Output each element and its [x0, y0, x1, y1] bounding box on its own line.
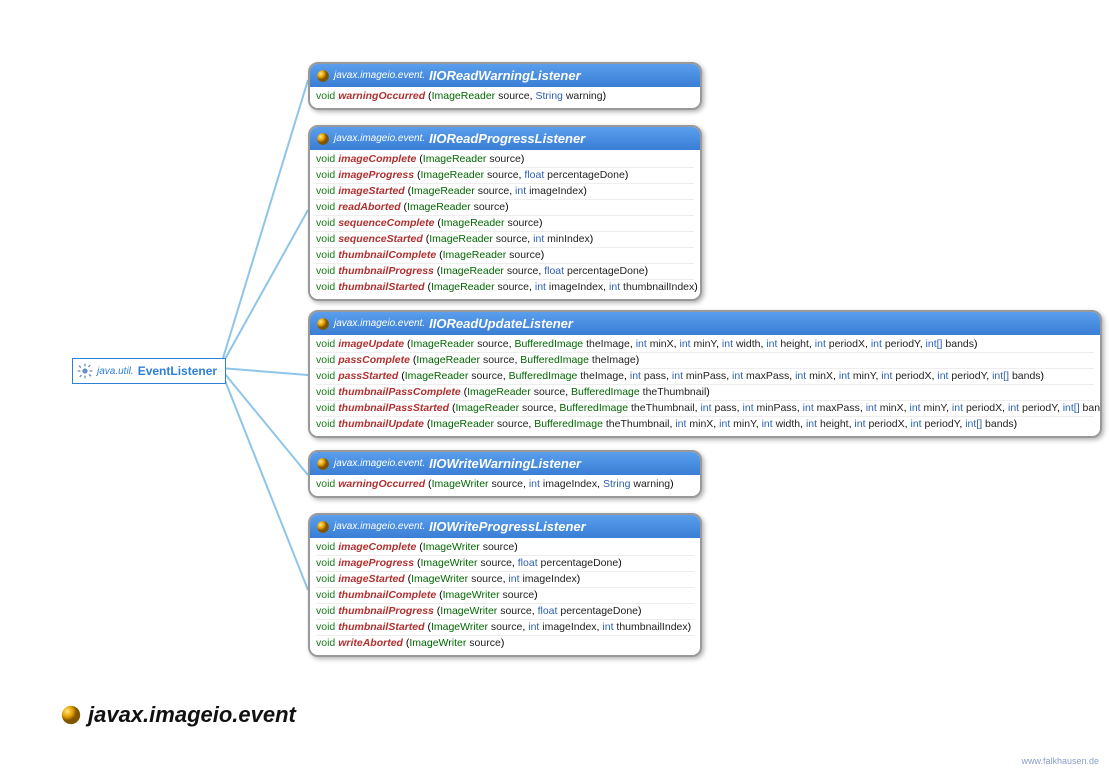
- interface-box-IIOReadProgressListener: javax.imageio.event. IIOReadProgressListe…: [308, 125, 702, 301]
- interface-body: void imageComplete (ImageReader source)v…: [310, 150, 700, 299]
- root-package-label: java.util.: [97, 366, 134, 377]
- interface-header: javax.imageio.event. IIOWriteProgressList…: [310, 515, 700, 538]
- method-row: void readAborted (ImageReader source): [316, 200, 694, 216]
- method-row: void writeAborted (ImageWriter source): [316, 636, 694, 651]
- footer-link[interactable]: www.falkhausen.de: [1021, 756, 1099, 766]
- method-row: void imageStarted (ImageReader source, i…: [316, 184, 694, 200]
- method-row: void thumbnailProgress (ImageReader sour…: [316, 264, 694, 280]
- interface-header: javax.imageio.event. IIOWriteWarningListe…: [310, 452, 700, 475]
- method-row: void thumbnailUpdate (ImageReader source…: [316, 417, 1094, 432]
- interface-name-label: IIOReadUpdateListener: [429, 316, 573, 331]
- method-row: void thumbnailStarted (ImageReader sourc…: [316, 280, 694, 295]
- method-row: void passComplete (ImageReader source, B…: [316, 353, 1094, 369]
- method-row: void imageProgress (ImageWriter source, …: [316, 556, 694, 572]
- method-row: void thumbnailComplete (ImageWriter sour…: [316, 588, 694, 604]
- interface-box-IIOReadUpdateListener: javax.imageio.event. IIOReadUpdateListene…: [308, 310, 1102, 438]
- method-row: void imageComplete (ImageWriter source): [316, 540, 694, 556]
- ball-icon: [60, 704, 82, 726]
- interface-name-label: IIOReadProgressListener: [429, 131, 585, 146]
- interface-header: javax.imageio.event. IIOReadUpdateListene…: [310, 312, 1100, 335]
- method-row: void imageUpdate (ImageReader source, Bu…: [316, 337, 1094, 353]
- method-row: void passStarted (ImageReader source, Bu…: [316, 369, 1094, 385]
- method-row: void imageProgress (ImageReader source, …: [316, 168, 694, 184]
- method-row: void sequenceComplete (ImageReader sourc…: [316, 216, 694, 232]
- diagram-title-text: javax.imageio.event: [88, 702, 296, 728]
- method-row: void thumbnailPassStarted (ImageReader s…: [316, 401, 1094, 417]
- method-row: void thumbnailProgress (ImageWriter sour…: [316, 604, 694, 620]
- method-row: void warningOccurred (ImageReader source…: [316, 89, 694, 104]
- method-row: void warningOccurred (ImageWriter source…: [316, 477, 694, 492]
- method-row: void thumbnailStarted (ImageWriter sourc…: [316, 620, 694, 636]
- interface-package-label: javax.imageio.event.: [334, 318, 425, 329]
- ball-icon: [316, 132, 330, 146]
- gear-icon: [77, 363, 93, 379]
- interface-name-label: IIOWriteProgressListener: [429, 519, 586, 534]
- interface-package-label: javax.imageio.event.: [334, 70, 425, 81]
- root-interface-box: java.util. EventListener: [72, 358, 226, 384]
- interface-header: javax.imageio.event. IIOReadWarningListen…: [310, 64, 700, 87]
- root-name-label: EventListener: [138, 364, 217, 378]
- interface-box-IIOWriteWarningListener: javax.imageio.event. IIOWriteWarningListe…: [308, 450, 702, 498]
- interface-package-label: javax.imageio.event.: [334, 133, 425, 144]
- interface-package-label: javax.imageio.event.: [334, 458, 425, 469]
- interface-body: void imageComplete (ImageWriter source)v…: [310, 538, 700, 655]
- interface-header: javax.imageio.event. IIOReadProgressListe…: [310, 127, 700, 150]
- method-row: void sequenceStarted (ImageReader source…: [316, 232, 694, 248]
- ball-icon: [316, 520, 330, 534]
- interface-body: void warningOccurred (ImageWriter source…: [310, 475, 700, 496]
- ball-icon: [316, 317, 330, 331]
- ball-icon: [316, 457, 330, 471]
- method-row: void imageComplete (ImageReader source): [316, 152, 694, 168]
- diagram-title: javax.imageio.event: [60, 702, 296, 728]
- interface-body: void imageUpdate (ImageReader source, Bu…: [310, 335, 1100, 436]
- interface-body: void warningOccurred (ImageReader source…: [310, 87, 700, 108]
- interface-box-IIOWriteProgressListener: javax.imageio.event. IIOWriteProgressList…: [308, 513, 702, 657]
- method-row: void thumbnailPassComplete (ImageReader …: [316, 385, 1094, 401]
- interface-package-label: javax.imageio.event.: [334, 521, 425, 532]
- interface-name-label: IIOReadWarningListener: [429, 68, 580, 83]
- method-row: void imageStarted (ImageWriter source, i…: [316, 572, 694, 588]
- interface-name-label: IIOWriteWarningListener: [429, 456, 581, 471]
- method-row: void thumbnailComplete (ImageReader sour…: [316, 248, 694, 264]
- ball-icon: [316, 69, 330, 83]
- interface-box-IIOReadWarningListener: javax.imageio.event. IIOReadWarningListen…: [308, 62, 702, 110]
